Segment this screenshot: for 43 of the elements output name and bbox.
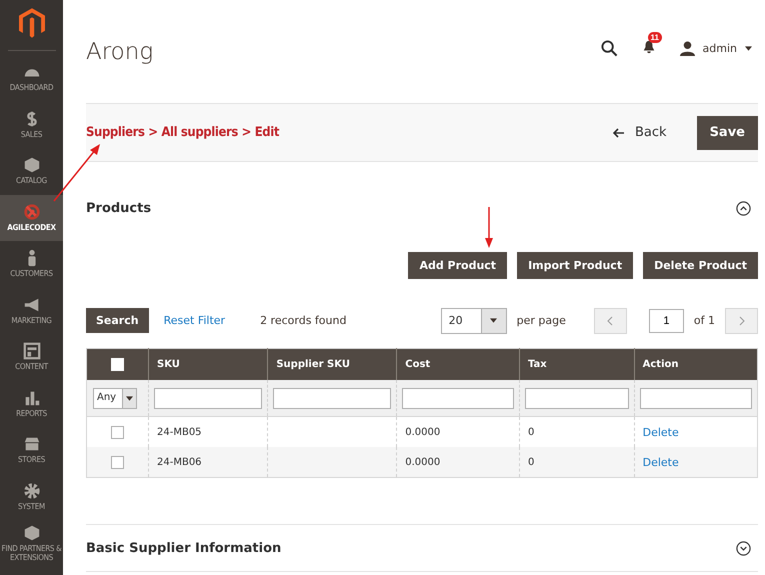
nav-item[interactable]: MARKETING: [0, 288, 63, 334]
page-field[interactable]: 1: [648, 308, 684, 332]
nav-item[interactable]: CATALOG: [0, 148, 63, 194]
back-button[interactable]: Back: [607, 124, 673, 141]
page-title: Arong: [86, 38, 154, 64]
reset-filter-link[interactable]: Reset Filter: [164, 314, 226, 327]
save-button[interactable]: Save: [696, 116, 758, 150]
column-header: Action: [634, 348, 758, 380]
nav-item[interactable]: FIND PARTNERS & EXTENSIONS: [0, 520, 63, 566]
table-cell: 24-MB05: [157, 426, 202, 438]
nav-item[interactable]: AGILECODEX: [0, 194, 63, 241]
user-menu[interactable]: admin: [680, 41, 752, 56]
nav-item[interactable]: CONTENT: [0, 334, 63, 380]
section-header[interactable]: Products: [86, 194, 758, 222]
action-button[interactable]: Delete Product: [643, 252, 758, 279]
table-cell: 0.0000: [405, 456, 440, 468]
per-page-select[interactable]: 20: [440, 308, 507, 334]
records-count: 2 records found: [260, 314, 346, 327]
column-header: Cost: [396, 348, 520, 380]
nav-item[interactable]: SALES: [0, 102, 63, 148]
table-cell: 0.0000: [405, 426, 440, 438]
nav-item[interactable]: CUSTOMERS: [0, 241, 63, 288]
nav-item[interactable]: DASHBOARD: [0, 55, 63, 102]
action-button[interactable]: Add Product: [408, 252, 508, 279]
delete-link[interactable]: Delete: [642, 456, 679, 468]
nav-item[interactable]: REPORTS: [0, 380, 63, 427]
table-cell: 24-MB06: [157, 456, 202, 468]
column-header: Supplier SKU: [268, 348, 397, 380]
table-cell: 0: [528, 456, 534, 468]
action-button[interactable]: Import Product: [517, 252, 634, 279]
breadcrumb: Suppliers > All suppliers > Edit: [86, 125, 280, 140]
section-header[interactable]: Basic Supplier Information: [86, 534, 758, 562]
nav-item[interactable]: SYSTEM: [0, 474, 63, 520]
nav-item[interactable]: STORES: [0, 427, 63, 474]
table-cell: 0: [528, 426, 534, 438]
column-header: SKU: [148, 348, 268, 380]
notification-badge: 11: [648, 32, 662, 43]
per-page-label: per page: [516, 314, 566, 327]
page-count: of 1: [694, 314, 715, 327]
column-header: Tax: [520, 348, 634, 380]
delete-link[interactable]: Delete: [642, 426, 679, 438]
search-button[interactable]: Search: [86, 308, 149, 333]
any-select[interactable]: Any: [93, 388, 137, 408]
